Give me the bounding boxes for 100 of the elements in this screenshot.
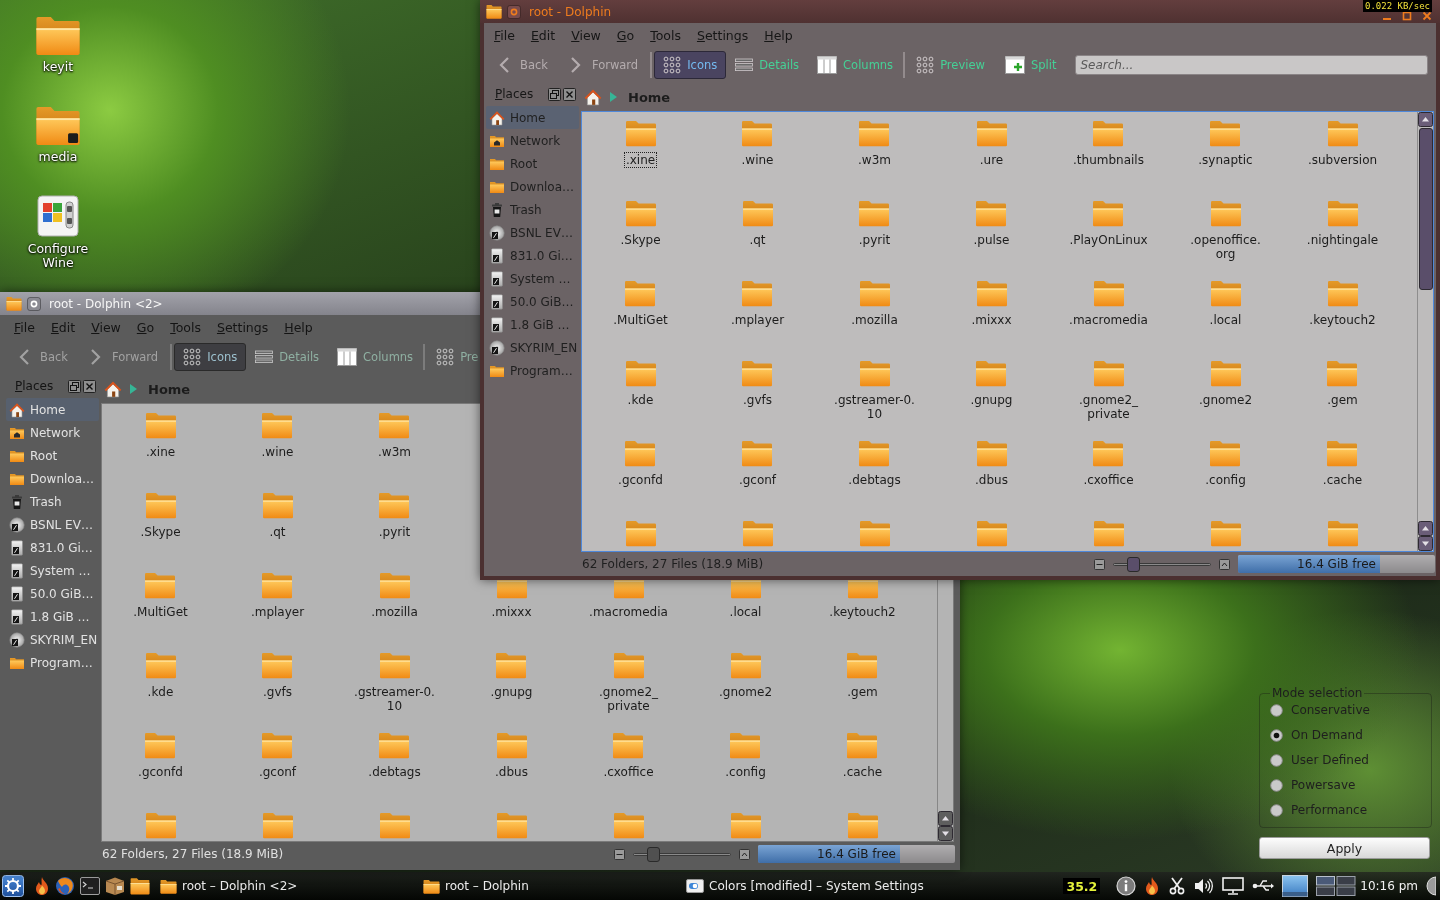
places-item[interactable]: SKYRIM_EN: [6, 628, 99, 651]
terminal-icon[interactable]: [80, 877, 100, 895]
folder-label[interactable]: .keytouch2: [827, 604, 898, 620]
desktop-thumbnail-icon[interactable]: [1282, 875, 1309, 897]
arrow-down-icon[interactable]: [938, 826, 953, 841]
folder-label[interactable]: .dbus: [973, 472, 1010, 488]
minus-icon[interactable]: [614, 848, 625, 860]
places-item[interactable]: Root: [6, 444, 99, 467]
folder-label[interactable]: .pyrit: [376, 524, 413, 540]
folder-label[interactable]: .gconfd: [616, 472, 665, 488]
volume-icon[interactable]: [1194, 877, 1215, 895]
places-item[interactable]: Downloa…: [6, 467, 99, 490]
folder-label[interactable]: .mozilla: [849, 312, 900, 328]
folder-label[interactable]: .gvfs: [261, 684, 294, 700]
folder-label[interactable]: .config: [1203, 472, 1248, 488]
folder-label[interactable]: .local: [727, 604, 764, 620]
folder-label[interactable]: .gnupg: [968, 392, 1015, 408]
places-item[interactable]: Home: [6, 398, 99, 421]
clock-label[interactable]: 10:16 pm: [1360, 879, 1418, 893]
folder-label[interactable]: .openoffice. org: [1188, 232, 1263, 262]
folder-icon[interactable]: [130, 877, 150, 895]
folder-label[interactable]: .gnome2_ private: [1076, 392, 1141, 422]
pager-icon[interactable]: [1316, 876, 1357, 896]
places-item[interactable]: Network: [6, 421, 99, 444]
arrow-down-icon[interactable]: [1418, 536, 1433, 551]
flame-icon[interactable]: [1144, 876, 1161, 896]
ring-icon[interactable]: [27, 296, 41, 311]
folder-label[interactable]: .gconfd: [136, 764, 185, 780]
folder-label[interactable]: .xine: [143, 444, 178, 460]
radio-option[interactable]: User Defined: [1270, 752, 1423, 768]
caret-up-icon[interactable]: [739, 848, 750, 860]
folder-label[interactable]: .local: [1207, 312, 1244, 328]
close-icon[interactable]: [83, 379, 96, 393]
folder-label[interactable]: .cxoffice: [601, 764, 656, 780]
scrollbar-thumb[interactable]: [1418, 128, 1433, 290]
folder-label[interactable]: .gstreamer-0. 10: [832, 392, 917, 422]
taskbar-task[interactable]: root – Dolphin <2>: [158, 873, 421, 899]
slider-thumb[interactable]: [1126, 556, 1140, 572]
arrow-up-icon[interactable]: [1418, 112, 1433, 127]
flame-icon[interactable]: [34, 876, 50, 896]
search-field[interactable]: Search...: [1075, 55, 1428, 75]
folder-label[interactable]: .gvfs: [741, 392, 774, 408]
folder-label[interactable]: .w3m: [856, 152, 893, 168]
folder-label[interactable]: .wine: [259, 444, 296, 460]
monitor-icon[interactable]: [1222, 877, 1245, 895]
gear-icon[interactable]: [2, 875, 24, 897]
folder-label[interactable]: .dbus: [493, 764, 530, 780]
places-item[interactable]: 1.8 GiB …: [6, 605, 99, 628]
minus-icon[interactable]: [1094, 558, 1105, 570]
folder-label[interactable]: .MultiGet: [131, 604, 190, 620]
folder-label[interactable]: .Skype: [138, 524, 183, 540]
folder-label[interactable]: .w3m: [376, 444, 413, 460]
folder-label[interactable]: .mplayer: [728, 312, 787, 328]
taskbar-task[interactable]: Colors [modified] – System Settings: [684, 873, 947, 899]
restore-icon[interactable]: [548, 87, 561, 101]
folder-label[interactable]: .MultiGet: [611, 312, 670, 328]
icons-view-button[interactable]: Icons: [174, 343, 247, 371]
folder-label[interactable]: .cxoffice: [1081, 472, 1136, 488]
folder-label[interactable]: .pulse: [971, 232, 1012, 248]
taskbar-task[interactable]: root – Dolphin: [421, 873, 684, 899]
folder-label[interactable]: .qt: [747, 232, 768, 248]
places-item[interactable]: Trash: [6, 490, 99, 513]
desktop-icon[interactable]: Configure Wine: [16, 194, 100, 270]
places-item[interactable]: Program…: [6, 651, 99, 674]
ring-icon[interactable]: [507, 4, 521, 19]
package-icon[interactable]: [105, 877, 125, 895]
folder-label[interactable]: .config: [723, 764, 768, 780]
folder-label[interactable]: .mplayer: [248, 604, 307, 620]
home-icon[interactable]: [104, 380, 122, 398]
folder-label[interactable]: .gnome2: [1196, 392, 1255, 408]
folder-label[interactable]: .gem: [1325, 392, 1360, 408]
folder-label[interactable]: .kde: [625, 392, 656, 408]
folder-label[interactable]: .xine: [623, 152, 658, 168]
folder-label[interactable]: .debtags: [846, 472, 903, 488]
folder-label[interactable]: .kde: [145, 684, 176, 700]
close-icon[interactable]: [563, 87, 576, 101]
arrow-up-icon[interactable]: [1418, 521, 1433, 536]
restore-icon[interactable]: [68, 379, 81, 393]
info-icon[interactable]: [1116, 876, 1137, 896]
icons-view-button[interactable]: Icons: [654, 51, 727, 79]
folder-label[interactable]: .thumbnails: [1071, 152, 1146, 168]
folder-label[interactable]: .gnome2: [716, 684, 775, 700]
slider-thumb[interactable]: [646, 846, 660, 862]
arrow-up-icon[interactable]: [938, 811, 953, 826]
close-icon[interactable]: [1422, 10, 1432, 21]
folder-label[interactable]: .cache: [840, 764, 885, 780]
globe-icon[interactable]: [55, 876, 75, 896]
scissors-icon[interactable]: [1168, 877, 1187, 895]
folder-label[interactable]: .gnupg: [488, 684, 535, 700]
folder-label[interactable]: .cache: [1320, 472, 1365, 488]
folder-label[interactable]: .keytouch2: [1307, 312, 1378, 328]
caret-up-icon[interactable]: [1219, 558, 1230, 570]
folder-label[interactable]: .gnome2_ private: [596, 684, 661, 714]
folder-label[interactable]: .mixxx: [489, 604, 534, 620]
folder-label[interactable]: .PlayOnLinux: [1067, 232, 1150, 248]
folder-label[interactable]: .qt: [267, 524, 288, 540]
folder-label[interactable]: .gstreamer-0. 10: [352, 684, 437, 714]
folder-label[interactable]: .wine: [739, 152, 776, 168]
places-item[interactable]: BSNL EV…: [6, 513, 99, 536]
folder-label[interactable]: .macromedia: [1067, 312, 1150, 328]
